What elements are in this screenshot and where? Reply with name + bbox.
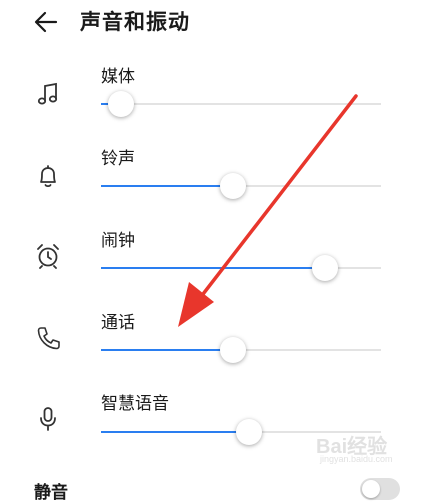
call-label: 通话	[101, 313, 135, 333]
slider-fill	[101, 431, 249, 433]
volume-row-alarm: 闹钟	[0, 226, 436, 308]
microphone-icon	[40, 407, 56, 431]
slider-thumb[interactable]	[108, 91, 134, 117]
volume-row-media: 媒体	[0, 62, 436, 144]
alarm-clock-icon	[37, 244, 59, 269]
music-note-icon	[37, 82, 58, 105]
slider-fill	[101, 185, 233, 187]
slider-thumb[interactable]	[220, 173, 246, 199]
baidu-jingyan-watermark: Bai经验 jingyan.baidu.com	[316, 430, 416, 470]
mute-label: 静音	[34, 483, 68, 503]
alarm-volume-slider[interactable]	[101, 253, 381, 283]
phone-icon	[37, 327, 60, 350]
call-volume-slider[interactable]	[101, 335, 381, 365]
media-volume-slider[interactable]	[101, 89, 381, 119]
mute-row: 静音	[0, 470, 436, 503]
ringtone-label: 铃声	[101, 149, 135, 169]
media-label: 媒体	[101, 67, 135, 87]
watermark-url: jingyan.baidu.com	[320, 454, 393, 464]
alarm-label: 闹钟	[101, 231, 135, 251]
slider-fill	[101, 349, 233, 351]
volume-row-ringtone: 铃声	[0, 144, 436, 226]
bell-icon	[40, 165, 56, 188]
slider-thumb[interactable]	[312, 255, 338, 281]
back-arrow-icon[interactable]	[32, 8, 60, 36]
slider-fill	[101, 267, 325, 269]
ringtone-volume-slider[interactable]	[101, 171, 381, 201]
slider-thumb[interactable]	[220, 337, 246, 363]
voice-assistant-label: 智慧语音	[101, 394, 169, 414]
page-title: 声音和振动	[80, 10, 190, 34]
toggle-knob	[362, 480, 380, 498]
slider-track	[101, 103, 381, 105]
slider-thumb[interactable]	[236, 419, 262, 445]
app-header: 声音和振动	[0, 0, 436, 48]
mute-toggle[interactable]	[360, 478, 400, 500]
volume-row-call: 通话	[0, 308, 436, 390]
